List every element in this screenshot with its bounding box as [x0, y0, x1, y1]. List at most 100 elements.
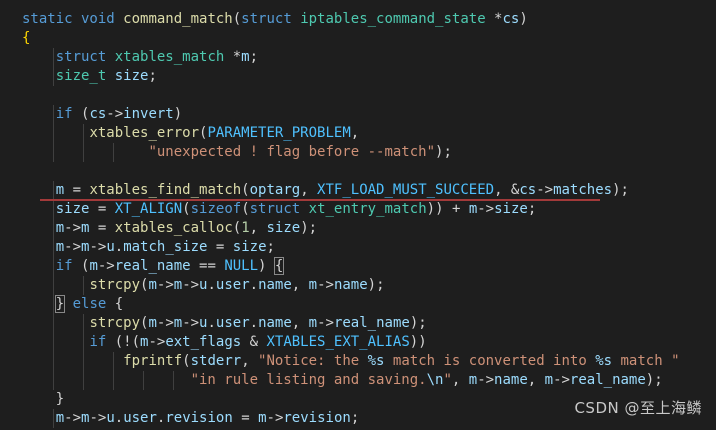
code-token: ->: [536, 182, 554, 198]
code-line[interactable]: if (m->real_name == NULL) {: [0, 257, 716, 276]
indent-guide: [83, 124, 84, 143]
code-token: (: [241, 201, 250, 217]
code-token: }: [22, 391, 65, 407]
code-line[interactable]: struct xtables_match *m;: [0, 48, 716, 67]
indent-guide: [53, 181, 54, 200]
code-token: =: [232, 410, 259, 426]
code-token: *: [224, 49, 242, 65]
code-token: match_size: [123, 239, 208, 255]
code-token: xtables_match: [114, 49, 225, 65]
code-token: ;: [148, 68, 157, 84]
code-token: sizeof: [190, 201, 242, 217]
code-token: if: [89, 334, 107, 350]
code-token: .: [114, 410, 124, 426]
code-line[interactable]: "unexpected ! flag before --match");: [0, 143, 716, 162]
code-line[interactable]: static void command_match(struct iptable…: [0, 10, 716, 29]
code-token: PARAMETER_PROBLEM: [207, 125, 351, 141]
code-token: match is converted into: [384, 353, 596, 369]
code-token: *: [485, 11, 503, 27]
code-token: .: [207, 277, 216, 293]
code-editor[interactable]: static void command_match(struct iptable…: [0, 0, 716, 430]
code-line[interactable]: strcpy(m->m->u.user.name, m->name);: [0, 276, 716, 295]
code-token: ,: [451, 372, 469, 388]
code-token: );: [435, 144, 452, 160]
code-token: ,: [241, 353, 259, 369]
code-token: struct: [55, 49, 115, 65]
code-line[interactable]: "in rule listing and saving.\n", m->name…: [0, 371, 716, 390]
code-token: ;: [527, 201, 537, 217]
code-token: ;: [266, 239, 275, 255]
code-token: size: [494, 201, 528, 217]
code-token: m: [173, 315, 183, 331]
code-line[interactable]: size_t size;: [0, 67, 716, 86]
code-token: name: [333, 277, 368, 293]
indent-guide: [83, 276, 84, 295]
code-token: xtables_calloc: [114, 220, 233, 236]
code-line[interactable]: {: [0, 29, 716, 48]
code-token: ->: [64, 410, 82, 426]
code-token: ->: [182, 277, 200, 293]
code-token: .: [249, 277, 259, 293]
code-line[interactable]: if (cs->invert): [0, 105, 716, 124]
code-token: ,: [300, 182, 318, 198]
code-token: m: [55, 410, 65, 426]
code-token: real_name: [114, 258, 191, 274]
code-token: m: [148, 277, 157, 293]
code-token: ->: [182, 315, 200, 331]
code-token: (: [182, 353, 191, 369]
code-token: m: [308, 315, 318, 331]
code-line[interactable]: fprintf(stderr, "Notice: the %s match is…: [0, 352, 716, 371]
code-token: ,: [291, 277, 309, 293]
code-token: struct: [241, 11, 301, 27]
code-line[interactable]: m = xtables_find_match(optarg, XTF_LOAD_…: [0, 181, 716, 200]
code-line[interactable]: [0, 86, 716, 105]
code-token: command_match: [123, 11, 233, 27]
code-line[interactable]: strcpy(m->m->u.user.name, m->real_name);: [0, 314, 716, 333]
indent-guide: [83, 314, 84, 333]
code-line[interactable]: [0, 162, 716, 181]
code-token: revision: [283, 410, 351, 426]
indent-guide: [53, 219, 54, 238]
code-line[interactable]: if (!(m->ext_flags & XTABLES_EXT_ALIAS)): [0, 333, 716, 352]
code-token: ->: [477, 201, 495, 217]
code-token: m: [468, 201, 478, 217]
code-token: {: [273, 257, 285, 275]
code-token: ->: [553, 372, 570, 388]
code-token: );: [409, 315, 427, 331]
code-line[interactable]: m->m = xtables_calloc(1, size);: [0, 219, 716, 238]
code-line[interactable]: size = XT_ALIGN(sizeof(struct xt_entry_m…: [0, 200, 716, 219]
code-token: ,: [350, 125, 360, 141]
code-line[interactable]: m->m->u.match_size = size;: [0, 238, 716, 257]
code-token: cs: [519, 182, 537, 198]
code-token: static: [22, 11, 73, 27]
code-token: )) +: [426, 201, 469, 217]
code-token: ,: [249, 220, 267, 236]
code-token: );: [367, 277, 385, 293]
code-token: XTABLES_EXT_ALIAS: [266, 334, 410, 350]
code-line[interactable]: } else {: [0, 295, 716, 314]
code-line[interactable]: xtables_error(PARAMETER_PROBLEM,: [0, 124, 716, 143]
code-token: m: [308, 277, 318, 293]
code-token: .: [114, 239, 124, 255]
indent-guide: [53, 409, 54, 428]
code-token: NULL: [224, 258, 259, 274]
indent-guide: [53, 105, 54, 124]
code-token: \n: [426, 372, 444, 388]
code-lines[interactable]: static void command_match(struct iptable…: [0, 10, 716, 428]
code-token: u: [106, 239, 115, 255]
code-token: ->: [317, 315, 334, 331]
code-token: =: [64, 182, 90, 198]
code-token: ->: [64, 239, 82, 255]
indent-guide: [53, 143, 54, 162]
code-token: m: [258, 410, 267, 426]
